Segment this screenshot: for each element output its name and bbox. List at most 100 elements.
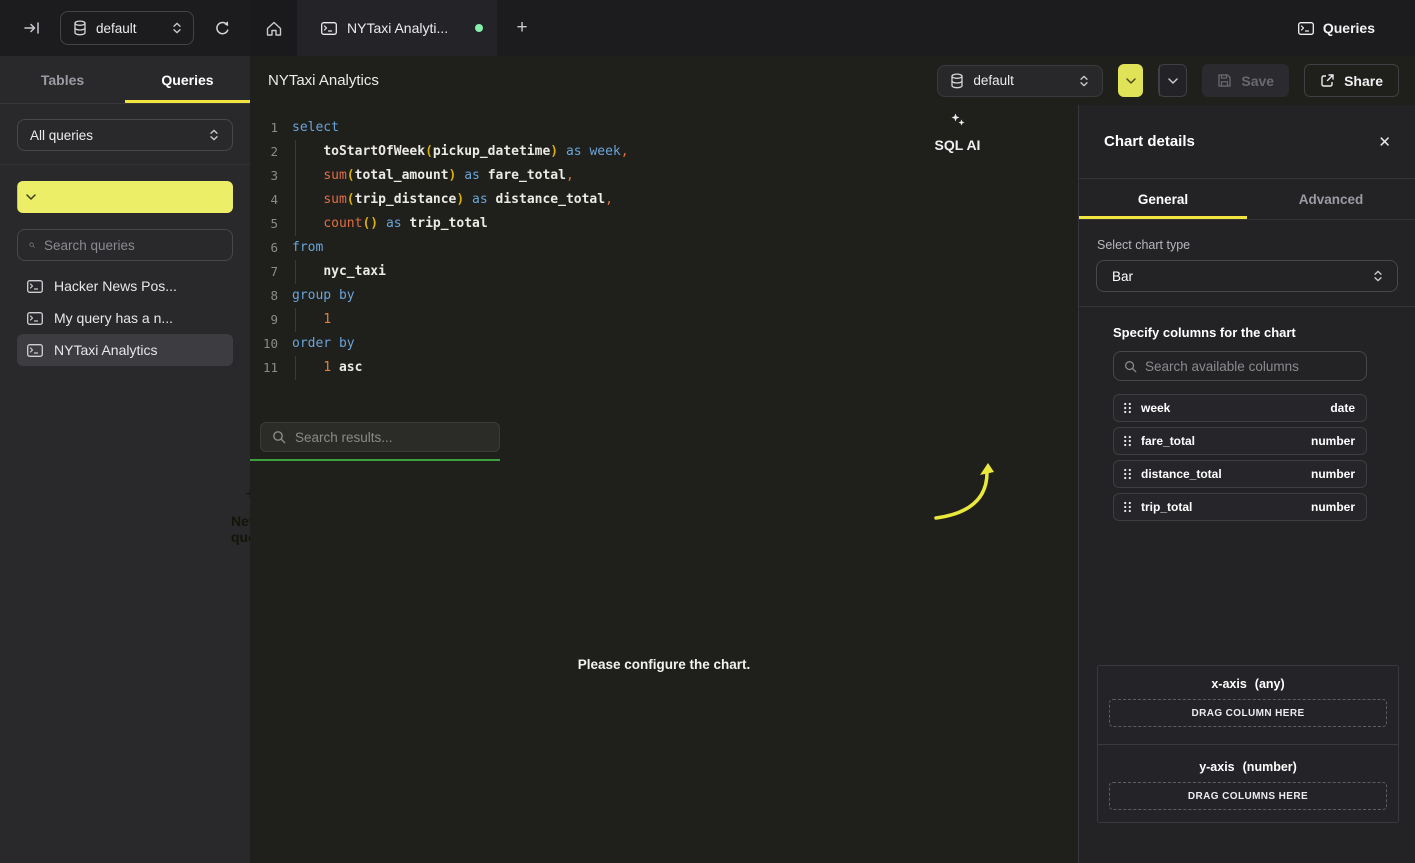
panel-tab-advanced[interactable]: Advanced: [1247, 179, 1415, 219]
top-bar: default NYTaxi Analyti... + Queries: [0, 0, 1415, 56]
results-search-input[interactable]: [295, 430, 488, 445]
new-query-dropdown-button[interactable]: [17, 181, 43, 213]
query-icon: [27, 344, 43, 357]
toolbar-database-selector[interactable]: default: [937, 65, 1103, 97]
code-text: group by: [292, 284, 355, 308]
axis-name: y-axis: [1199, 760, 1234, 774]
sql-ai-label: SQL AI: [935, 137, 981, 153]
new-tab-button[interactable]: +: [497, 0, 547, 56]
indent-guide: [295, 140, 296, 164]
chevron-down-icon: [1168, 78, 1178, 84]
share-button[interactable]: Share: [1304, 64, 1399, 97]
column-name: distance_total: [1141, 467, 1222, 481]
column-row-distance_total[interactable]: distance_totalnumber: [1113, 460, 1367, 488]
query-filter-block: All queries: [0, 104, 250, 165]
queries-link[interactable]: Queries: [1298, 20, 1375, 36]
save-icon: [1217, 73, 1232, 88]
axes-drop-zones: x-axis(any) DRAG COLUMN HERE y-axis(number…: [1097, 665, 1399, 823]
annotation-arrow: [910, 461, 1030, 531]
drag-handle-icon: [1123, 468, 1132, 480]
home-icon: [265, 20, 283, 37]
query-list-item[interactable]: Hacker News Pos...: [17, 270, 233, 302]
chevron-updown-icon: [1372, 269, 1384, 283]
column-row-fare_total[interactable]: fare_totalnumber: [1113, 427, 1367, 455]
columns-section: Specify columns for the chart week date fa…: [1079, 307, 1415, 521]
database-icon: [73, 20, 87, 36]
search-icon: [1124, 360, 1137, 373]
queries-link-label: Queries: [1323, 20, 1375, 36]
y-axis-section: y-axis(number)DRAG COLUMNS HERE: [1098, 744, 1398, 822]
column-name: fare_total: [1141, 434, 1195, 448]
line-number: 9: [260, 308, 278, 332]
indent-guide: [295, 164, 296, 188]
topbar-database-value: default: [96, 21, 162, 36]
column-type: number: [1311, 500, 1355, 514]
query-filter-dropdown[interactable]: All queries: [17, 119, 233, 151]
columns-list: weekdatefare_totalnumberdistance_totalnu…: [1113, 394, 1367, 521]
column-type: date: [1330, 401, 1355, 415]
drag-handle-icon: [1123, 501, 1132, 513]
search-icon: [29, 238, 35, 252]
save-button[interactable]: Save: [1202, 64, 1289, 97]
close-icon[interactable]: ✕: [1378, 133, 1391, 151]
line-number: 3: [260, 164, 278, 188]
query-icon: [27, 312, 43, 325]
drag-handle-icon: [1123, 402, 1132, 414]
panel-tab-general[interactable]: General: [1079, 179, 1247, 219]
save-label: Save: [1241, 73, 1274, 89]
tab-nytaxi-analytics[interactable]: NYTaxi Analyti...: [297, 0, 497, 56]
query-item-name: Hacker News Pos...: [54, 278, 177, 294]
query-list-item[interactable]: My query has a n...: [17, 302, 233, 334]
code-text: 1 asc: [292, 356, 362, 380]
code-text: from: [292, 236, 323, 260]
queries-icon: [1298, 22, 1314, 35]
line-number: 10: [260, 332, 278, 356]
column-row-trip_total[interactable]: trip_totalnumber: [1113, 493, 1367, 521]
collapse-sidebar-icon: [23, 21, 41, 35]
code-text: toStartOfWeek(pickup_datetime) as week,: [292, 140, 629, 164]
query-search-input[interactable]: [44, 238, 221, 253]
run-options-button[interactable]: [1118, 64, 1143, 97]
indent-guide: [295, 212, 296, 236]
chart-type-dropdown[interactable]: Bar: [1096, 260, 1398, 292]
query-icon: [321, 22, 337, 35]
top-bar-right: Queries: [1298, 0, 1415, 56]
query-list-item[interactable]: NYTaxi Analytics: [17, 334, 233, 366]
editor-toolbar: NYTaxi Analytics default Run: [250, 56, 1415, 105]
code-text: select: [292, 116, 339, 140]
axis-constraint: (any): [1255, 677, 1285, 691]
home-button[interactable]: [250, 0, 297, 56]
column-name: week: [1141, 401, 1170, 415]
column-row-week[interactable]: week date: [1113, 394, 1367, 422]
share-label: Share: [1344, 73, 1383, 89]
sidebar: TablesQueries All queries + New query: [0, 56, 250, 863]
y-axis-drop-zone[interactable]: DRAG COLUMNS HERE: [1109, 782, 1387, 810]
collapse-sidebar-button[interactable]: [18, 14, 46, 42]
code-text: count() as trip_total: [292, 212, 488, 236]
columns-search-input[interactable]: [1145, 359, 1356, 374]
sidebar-tab-queries[interactable]: Queries: [125, 56, 250, 103]
line-number: 1: [260, 116, 278, 140]
tab-title: NYTaxi Analyti...: [347, 20, 465, 36]
indent-guide: [295, 356, 296, 380]
toolbar-actions: default Run SQL AI: [937, 64, 1399, 97]
chevron-down-icon: [26, 194, 36, 200]
panel-title: Chart details: [1104, 133, 1195, 150]
refresh-button[interactable]: [208, 14, 236, 42]
indent-guide: [295, 260, 296, 284]
drag-handle-icon: [1123, 435, 1132, 447]
sidebar-tab-tables[interactable]: Tables: [0, 56, 125, 103]
code-text: nyc_taxi: [292, 260, 386, 284]
query-title: NYTaxi Analytics: [268, 72, 379, 89]
new-query-button[interactable]: + New query: [17, 181, 233, 213]
columns-section-title: Specify columns for the chart: [1113, 325, 1367, 340]
top-bar-left: default: [0, 0, 250, 56]
refresh-icon: [214, 20, 231, 37]
query-icon: [27, 280, 43, 293]
x-axis-drop-zone[interactable]: DRAG COLUMN HERE: [1109, 699, 1387, 727]
x-axis-label: x-axis(any): [1098, 677, 1398, 691]
sql-ai-options-button[interactable]: [1159, 65, 1186, 96]
code-text: order by: [292, 332, 355, 356]
topbar-database-selector[interactable]: default: [60, 11, 194, 45]
share-icon: [1320, 73, 1335, 88]
